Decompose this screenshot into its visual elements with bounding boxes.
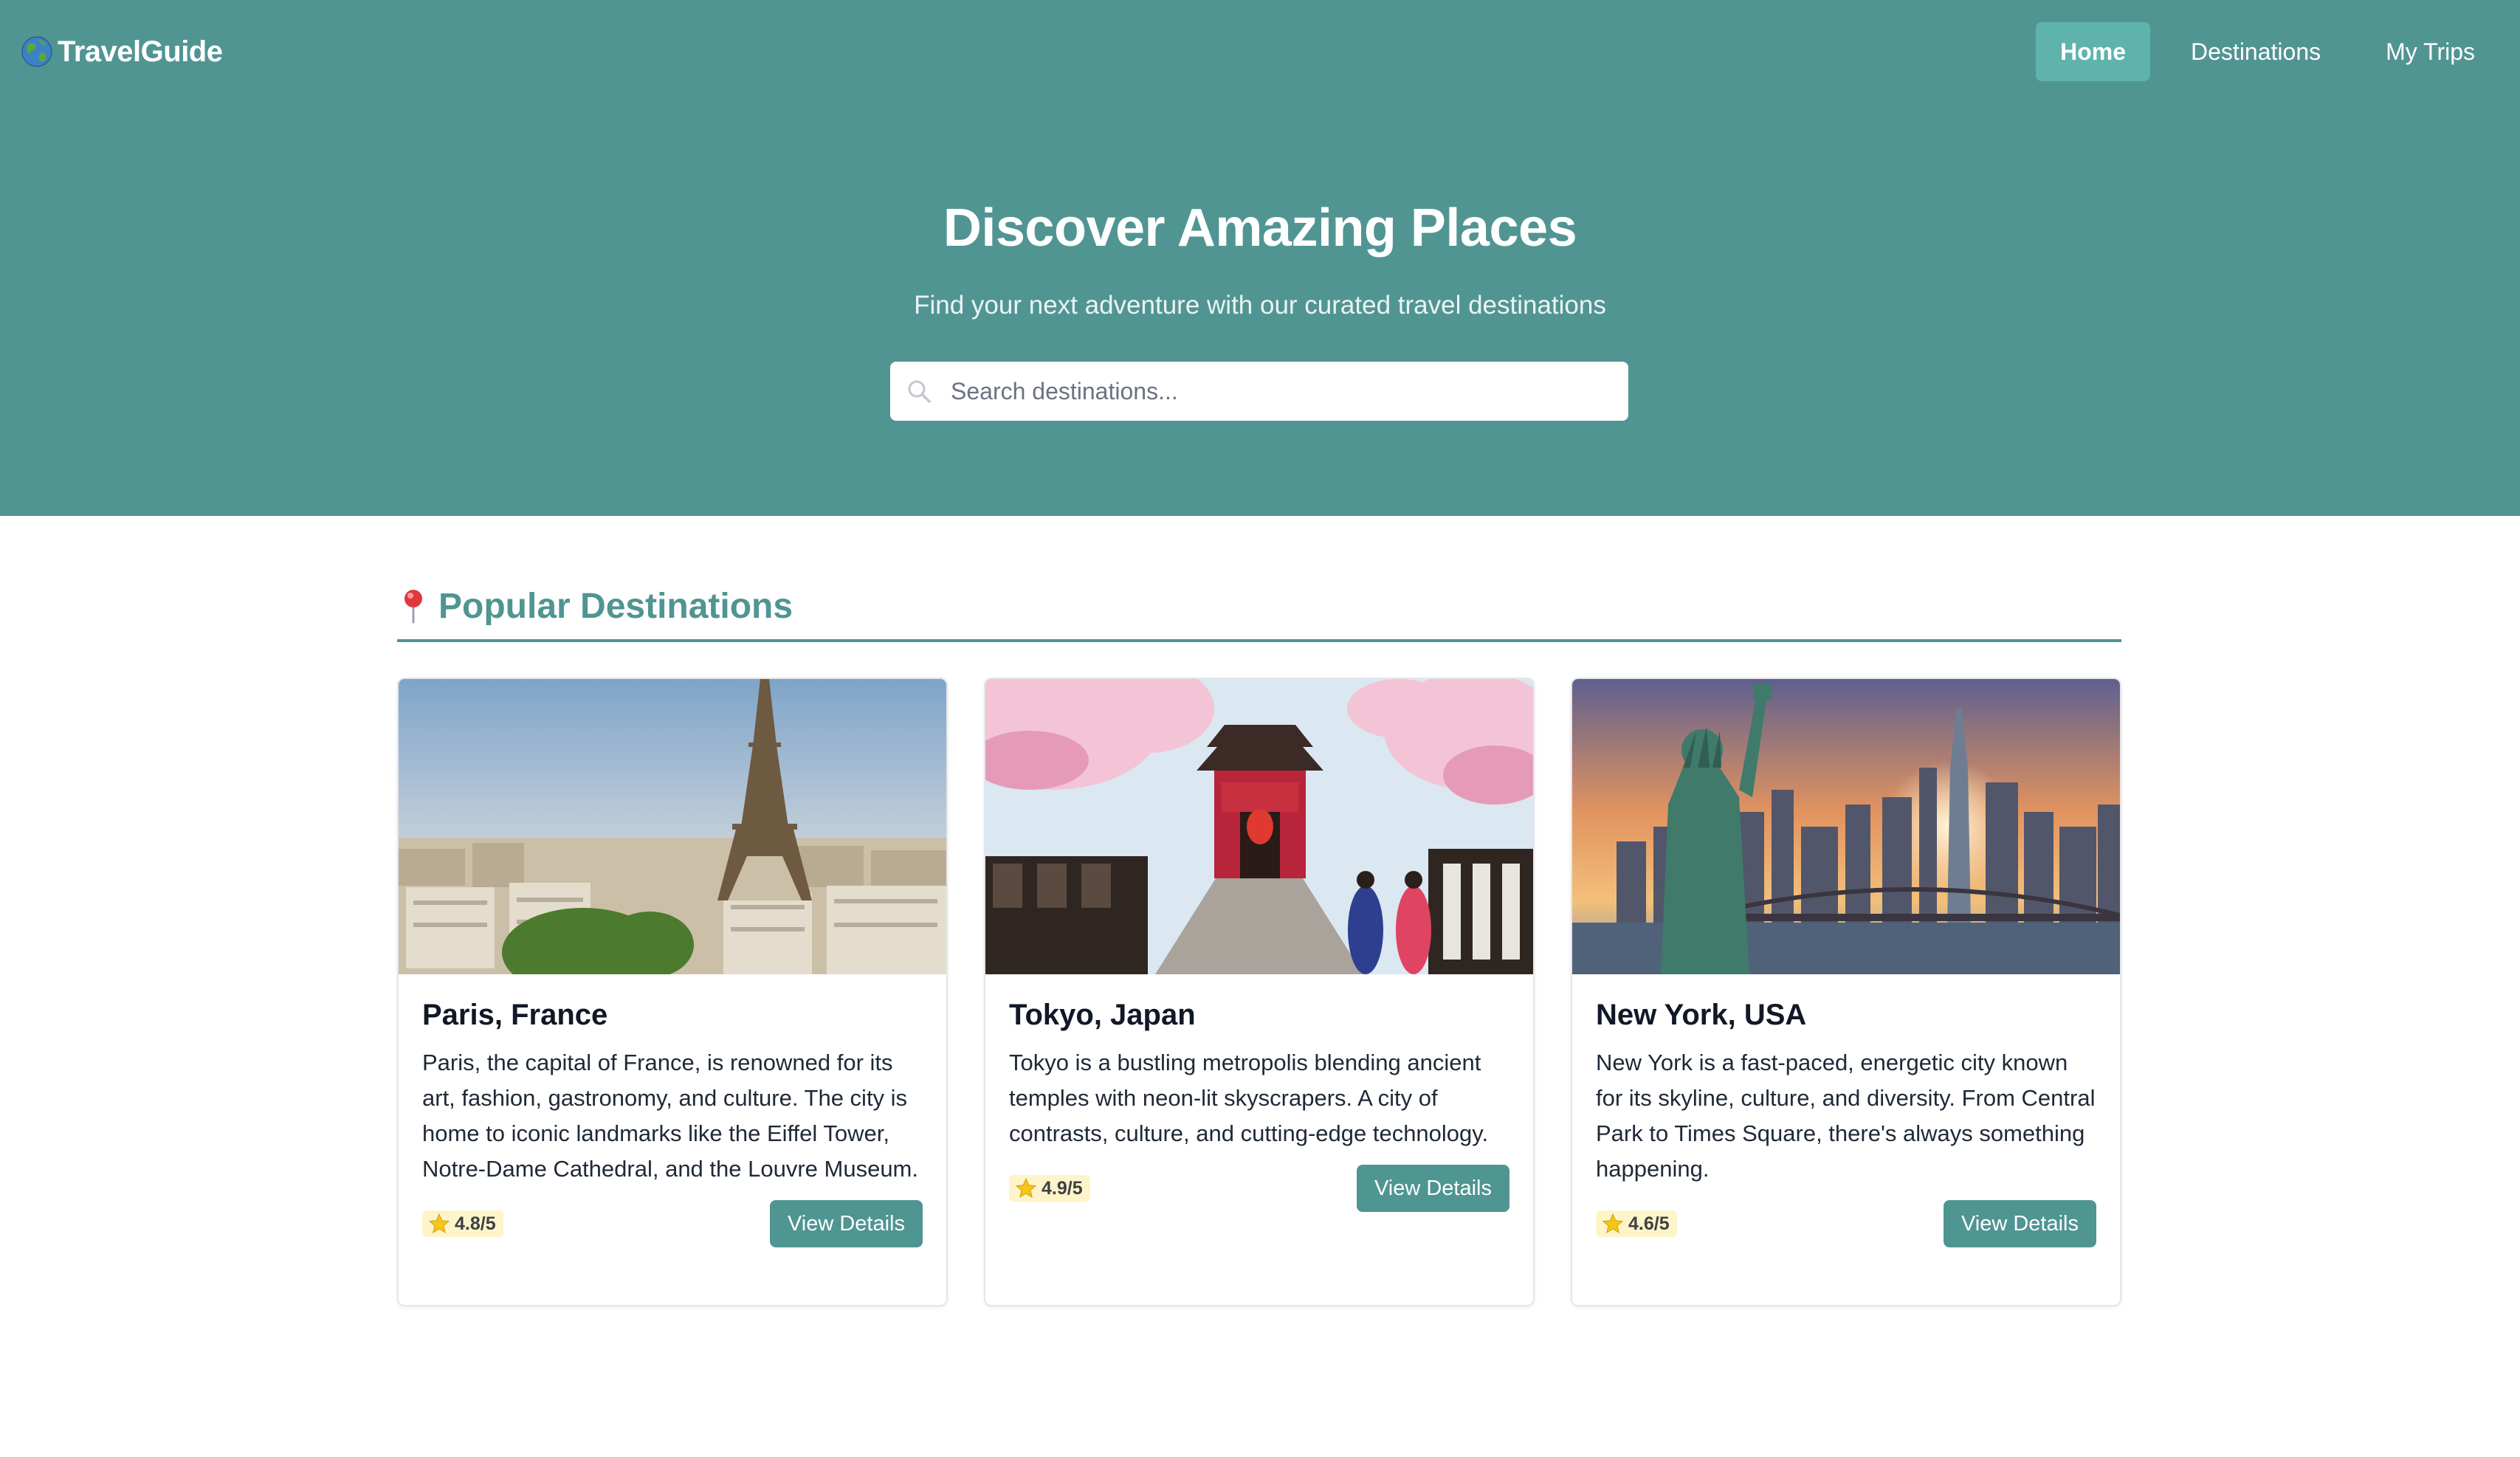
destination-title: New York, USA xyxy=(1596,999,1807,1031)
view-details-button[interactable]: View Details xyxy=(769,1200,923,1247)
search-icon xyxy=(908,380,931,403)
pin-icon xyxy=(404,590,422,624)
rating-value: 4.9/5 xyxy=(1042,1177,1083,1199)
rating-badge: 4.8/5 xyxy=(422,1210,503,1237)
main-nav: Home Destinations My Trips xyxy=(2036,22,2499,81)
hero-title: Discover Amazing Places xyxy=(943,199,1577,258)
star-icon xyxy=(1015,1177,1037,1199)
view-details-button[interactable]: View Details xyxy=(1943,1200,2096,1247)
destination-image-new-york xyxy=(1572,679,2120,974)
globe-icon xyxy=(21,36,52,67)
brand-name: TravelGuide xyxy=(58,35,223,68)
search-bar[interactable] xyxy=(890,362,1628,421)
destination-card-tokyo: Tokyo, Japan Tokyo is a bustling metropo… xyxy=(984,678,1535,1306)
search-input[interactable] xyxy=(951,377,1600,405)
destination-card-new-york: New York, USA New York is a fast-paced, … xyxy=(1571,678,2121,1306)
destination-title: Paris, France xyxy=(422,999,608,1031)
destination-card-paris: Paris, France Paris, the capital of Fran… xyxy=(397,678,948,1306)
section-header: Popular Destinations xyxy=(397,583,2121,642)
hero-subtitle: Find your next adventure with our curate… xyxy=(914,291,1606,320)
destination-description: Tokyo is a bustling metropolis blending … xyxy=(1009,1050,1489,1146)
destination-title: Tokyo, Japan xyxy=(1009,999,1196,1031)
rating-value: 4.6/5 xyxy=(1628,1213,1670,1234)
nav-my-trips[interactable]: My Trips xyxy=(2361,22,2499,81)
destination-image-paris xyxy=(399,679,946,974)
view-details-button[interactable]: View Details xyxy=(1356,1165,1509,1212)
nav-destinations[interactable]: Destinations xyxy=(2166,22,2345,81)
destination-description: New York is a fast-paced, energetic city… xyxy=(1596,1050,2096,1182)
star-icon xyxy=(428,1213,450,1234)
star-icon xyxy=(1602,1213,1624,1234)
rating-badge: 4.6/5 xyxy=(1596,1210,1677,1237)
nav-home[interactable]: Home xyxy=(2036,22,2151,81)
destination-image-tokyo xyxy=(985,679,1533,974)
section-title: Popular Destinations xyxy=(438,586,793,626)
rating-badge: 4.9/5 xyxy=(1009,1175,1090,1202)
brand-logo[interactable]: TravelGuide xyxy=(21,32,223,71)
hero-header: TravelGuide Home Destinations My Trips D… xyxy=(0,0,2520,516)
destination-description: Paris, the capital of France, is renowne… xyxy=(422,1050,918,1182)
rating-value: 4.8/5 xyxy=(455,1213,496,1234)
